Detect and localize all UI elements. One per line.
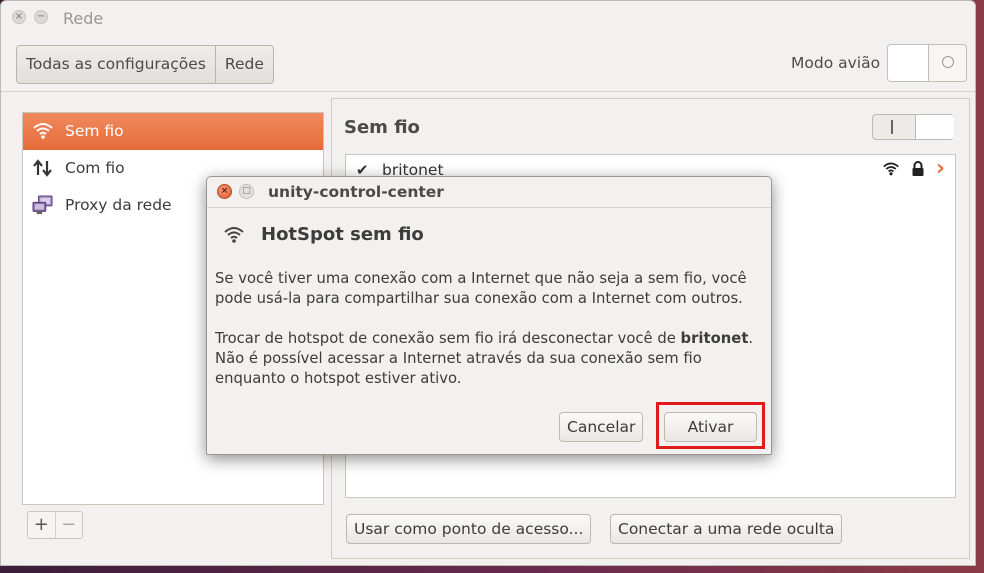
dialog-warning: Trocar de hotspot de conexão sem fio irá… (215, 329, 765, 389)
warning-text-start: Trocar de hotspot de conexão sem fio irá… (215, 330, 681, 347)
dialog-close-icon[interactable]: × (217, 184, 232, 199)
chevron-right-icon[interactable]: › (936, 158, 945, 180)
switch-on-indicator (891, 120, 893, 134)
window-title: Rede (63, 9, 104, 28)
remove-device-button[interactable]: − (54, 512, 83, 538)
dialog-maximize-icon[interactable]: □ (239, 184, 254, 199)
dialog-heading: HotSpot sem fio (261, 224, 424, 245)
proxy-icon (32, 195, 53, 215)
hotspot-dialog: × □ unity-control-center HotSpot sem fio… (206, 176, 772, 455)
wifi-icon (33, 123, 53, 139)
breadcrumb: Todas as configurações Rede (16, 45, 274, 84)
panel-title: Sem fio (344, 117, 420, 138)
title-bar: × − Rede (1, 1, 975, 37)
toolbar: Todas as configurações Rede Modo avião (1, 37, 975, 91)
wifi-icon (224, 227, 244, 243)
highlight-box (656, 402, 765, 449)
sidebar-item-wireless[interactable]: Sem fio (23, 113, 323, 150)
minimize-icon[interactable]: − (34, 10, 48, 24)
sidebar-toolbar: + − (27, 511, 83, 539)
dialog-divider (207, 207, 771, 208)
wireless-toggle[interactable] (872, 114, 954, 140)
sidebar-item-label: Proxy da rede (65, 196, 172, 214)
wired-arrows-icon (33, 159, 52, 177)
dialog-title: unity-control-center (268, 183, 444, 201)
breadcrumb-all-settings[interactable]: Todas as configurações (17, 46, 215, 83)
airplane-mode-label: Modo avião (791, 54, 881, 72)
switch-knob (915, 115, 954, 139)
breadcrumb-network[interactable]: Rede (214, 46, 273, 83)
network-status-icons: › (882, 158, 945, 180)
add-device-button[interactable]: + (28, 512, 55, 538)
network-name-bold: britonet (680, 330, 749, 347)
switch-off-indicator (942, 56, 954, 68)
close-icon[interactable]: × (12, 10, 26, 24)
lock-icon (912, 161, 924, 176)
wifi-signal-icon (883, 162, 899, 176)
cancel-button[interactable]: Cancelar (559, 412, 644, 442)
dialog-description: Se você tiver uma conexão com a Internet… (215, 270, 747, 307)
use-as-hotspot-button[interactable]: Usar como ponto de acesso... (346, 514, 592, 544)
connect-hidden-network-button[interactable]: Conectar a uma rede oculta (610, 514, 843, 544)
airplane-mode-switch[interactable] (887, 44, 967, 82)
sidebar-item-label: Sem fio (65, 122, 124, 140)
toolbar-divider (1, 91, 975, 92)
sidebar-item-label: Com fio (65, 159, 125, 177)
switch-knob (888, 45, 929, 81)
